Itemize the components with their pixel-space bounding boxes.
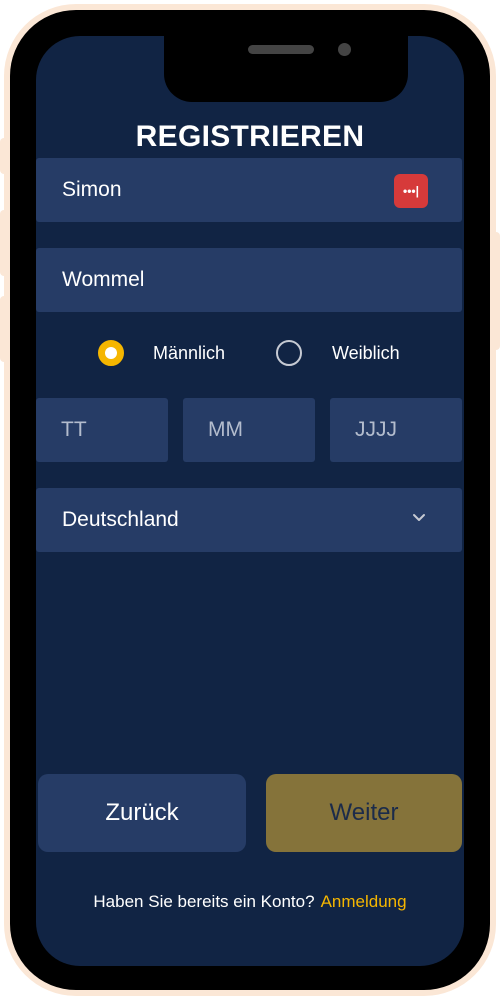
speaker-grille bbox=[248, 45, 314, 54]
gender-radio-group: Männlich Weiblich bbox=[36, 340, 464, 376]
first-name-field-container: •••| bbox=[36, 158, 462, 222]
phone-side-button bbox=[0, 138, 8, 174]
birth-year-container bbox=[330, 398, 462, 462]
radio-selected-dot bbox=[105, 347, 117, 359]
last-name-field-container bbox=[36, 248, 462, 312]
app-screen: REGISTRIEREN •••| Männlich Weiblich Deut… bbox=[36, 36, 464, 966]
birth-day-container bbox=[36, 398, 168, 462]
password-manager-icon[interactable]: •••| bbox=[394, 174, 428, 208]
birth-month-input[interactable] bbox=[183, 398, 315, 462]
birth-year-input[interactable] bbox=[330, 398, 462, 462]
chevron-down-icon bbox=[413, 514, 425, 521]
front-camera bbox=[338, 43, 351, 56]
radio-female-label[interactable]: Weiblich bbox=[332, 343, 400, 364]
last-name-input[interactable] bbox=[36, 248, 462, 312]
phone-side-button bbox=[492, 232, 500, 350]
radio-male-label[interactable]: Männlich bbox=[153, 343, 225, 364]
login-prompt: Haben Sie bereits ein Konto? Anmeldung bbox=[36, 892, 464, 912]
radio-female[interactable] bbox=[276, 340, 302, 366]
login-prompt-text: Haben Sie bereits ein Konto? bbox=[93, 892, 315, 911]
next-button[interactable]: Weiter bbox=[266, 774, 462, 852]
login-link[interactable]: Anmeldung bbox=[321, 892, 407, 911]
page-title: REGISTRIEREN bbox=[135, 120, 365, 153]
back-button[interactable]: Zurück bbox=[38, 774, 246, 852]
birth-month-container bbox=[183, 398, 315, 462]
phone-side-button bbox=[0, 210, 8, 276]
radio-male[interactable] bbox=[98, 340, 124, 366]
country-select[interactable]: Deutschland bbox=[36, 488, 462, 552]
phone-side-button bbox=[0, 296, 8, 362]
country-select-value: Deutschland bbox=[62, 508, 179, 531]
birth-day-input[interactable] bbox=[36, 398, 168, 462]
phone-notch bbox=[164, 36, 408, 102]
